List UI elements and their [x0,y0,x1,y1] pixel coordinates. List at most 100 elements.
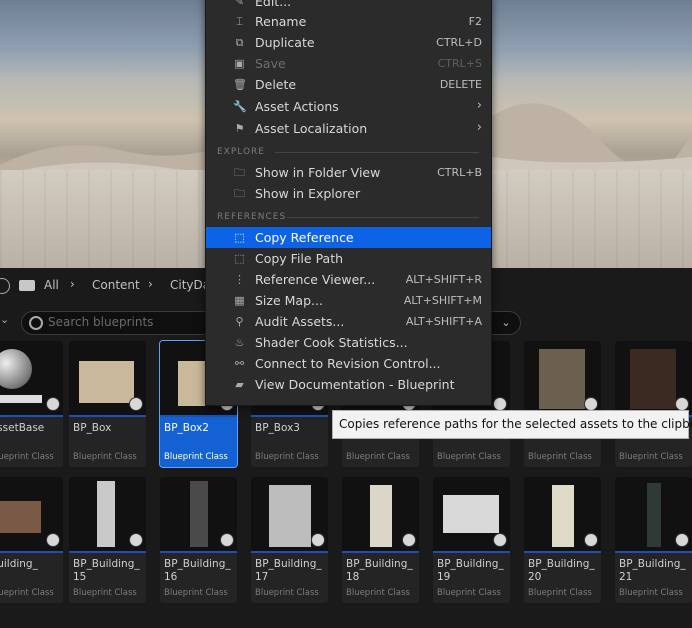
chevron-down-icon[interactable]: ⌄ [0,313,9,326]
asset-tile[interactable]: BP_Box Blueprint Class [69,341,146,467]
menu-item-size-map[interactable]: ▦ Size Map... ALT+SHIFT+M [206,290,491,311]
menu-item-audit-assets[interactable]: ⚲ Audit Assets... ALT+SHIFT+A [206,311,491,332]
breadcrumb-content[interactable]: Content [92,278,140,292]
asset-name: BP_Box3 [255,422,300,434]
menu-item-label: Shader Cook Statistics... [255,335,408,350]
asset-name: BP_Box2 [164,422,209,434]
asset-type-bar [69,551,146,553]
asset-class: Blueprint Class [437,452,501,462]
asset-tile[interactable]: BP_Building_ 17 Blueprint Class [251,477,328,603]
asset-class: Blueprint Class [0,452,54,462]
menu-item-shader-cook-statistics[interactable]: ♨ Shader Cook Statistics... [206,332,491,353]
reference-viewer-icon: ⋮ [234,273,245,286]
asset-type-bar [342,551,419,553]
chevron-right-icon: › [476,120,482,135]
menu-item-reference-viewer[interactable]: ⋮ Reference Viewer... ALT+SHIFT+R [206,269,491,290]
world-icon [46,533,60,547]
menu-item-label: Rename [255,14,307,29]
asset-name: BP_Building_ 15 [73,558,140,583]
menu-item-label: Duplicate [255,35,315,50]
menu-item-shortcut: CTRL+S [437,57,482,70]
menu-item-label: Reference Viewer... [255,272,376,287]
asset-name: AssetBase [0,422,45,434]
world-icon [675,533,689,547]
world-icon [493,397,507,411]
world-icon [46,397,60,411]
shader-icon: ♨ [234,336,245,349]
asset-tile[interactable]: BP_Building_ 21 Blueprint Class [615,477,692,603]
world-icon [675,397,689,411]
section-label: REFERENCES [217,212,287,222]
world-icon [220,533,234,547]
asset-class: Blueprint Class [73,452,137,462]
menu-item-copy-file-path[interactable]: ⬚ Copy File Path [206,248,491,269]
asset-tile[interactable]: AssetBase Blueprint Class [0,341,63,467]
menu-item-label: Size Map... [255,293,323,308]
rename-icon: ⌶ [236,15,243,28]
asset-type-bar [0,551,63,553]
section-header-explore: EXPLORE [217,147,479,157]
menu-item-show-in-folder-view[interactable]: 🗀 Show in Folder View CTRL+B [206,162,491,183]
asset-tile[interactable]: BP_Building_ 20 Blueprint Class [524,477,601,603]
asset-type-bar [251,415,328,417]
menu-item-label: Audit Assets... [255,314,345,329]
menu-item-rename[interactable]: ⌶ Rename F2 [206,11,491,32]
world-icon [129,533,143,547]
world-icon [311,533,325,547]
asset-type-bar [251,551,328,553]
world-icon [129,397,143,411]
menu-item-duplicate[interactable]: ⧉ Duplicate CTRL+D [206,32,491,53]
asset-class: Blueprint Class [0,588,54,598]
menu-item-label: Connect to Revision Control... [255,356,441,371]
breadcrumb-all[interactable]: All [44,278,59,292]
menu-item-shortcut: CTRL+D [436,36,482,49]
copy-reference-icon: ⬚ [234,231,245,244]
asset-type-bar [524,551,601,553]
menu-item-shortcut: ALT+SHIFT+R [405,273,482,286]
flag-icon: ⚑ [234,122,245,135]
asset-tile[interactable]: BP_Building_ 15 Blueprint Class [69,477,146,603]
copy-path-icon: ⬚ [234,252,245,265]
menu-item-asset-actions[interactable]: 🔧 Asset Actions › [206,96,491,117]
filter-dropdown-button[interactable]: ⌄ [495,313,517,333]
menu-item-copy-reference[interactable]: ⬚ Copy Reference [206,227,491,248]
asset-tile[interactable]: 04Blueprint Class [615,341,692,467]
world-icon [584,533,598,547]
audit-icon: ⚲ [235,315,244,328]
asset-tile[interactable]: 03Blueprint Class [524,341,601,467]
menu-item-asset-localization[interactable]: ⚑ Asset Localization › [206,118,491,139]
documentation-icon: ▰ [235,378,244,391]
chevron-right-icon: › [476,98,482,113]
menu-item-label: View Documentation - Blueprint [255,377,455,392]
menu-item-shortcut: DELETE [439,78,482,91]
menu-item-shortcut: CTRL+B [437,166,482,179]
search-icon [29,316,43,330]
asset-tile[interactable]: BP_Building_ 16 Blueprint Class [160,477,237,603]
divider [287,217,479,218]
asset-class: Blueprint Class [346,588,410,598]
asset-class: Blueprint Class [346,452,410,462]
asset-type-bar [615,551,692,553]
menu-item-label: Asset Actions [255,99,339,114]
world-icon [493,533,507,547]
menu-item-delete[interactable]: 🗑 Delete DELETE [206,74,491,95]
asset-tile[interactable]: BP_Building_ 19 Blueprint Class [433,477,510,603]
menu-item-save[interactable]: ▣ Save CTRL+S [206,53,491,74]
asset-tile[interactable]: Building_ Blueprint Class [0,477,63,603]
asset-class: Blueprint Class [619,452,683,462]
menu-item-view-documentation[interactable]: ▰ View Documentation - Blueprint [206,374,491,395]
asset-type-bar [69,415,146,417]
asset-class: Blueprint Class [255,588,319,598]
menu-item-connect-revision-control[interactable]: ⚯ Connect to Revision Control... [206,353,491,374]
asset-name: BP_Building_ 17 [255,558,322,583]
chevron-right-icon: › [70,277,75,291]
folder-search-icon: 🗀 [234,187,245,200]
asset-name: BP_Box [73,422,112,434]
menu-item-show-in-explorer[interactable]: 🗀 Show in Explorer [206,183,491,204]
asset-class: Blueprint Class [528,588,592,598]
search-placeholder: Search blueprints [48,315,154,329]
asset-type-bar [160,551,237,553]
asset-class: Blueprint Class [619,588,683,598]
asset-tile[interactable]: BP_Building_ 18 Blueprint Class [342,477,419,603]
revision-control-icon: ⚯ [234,357,245,370]
